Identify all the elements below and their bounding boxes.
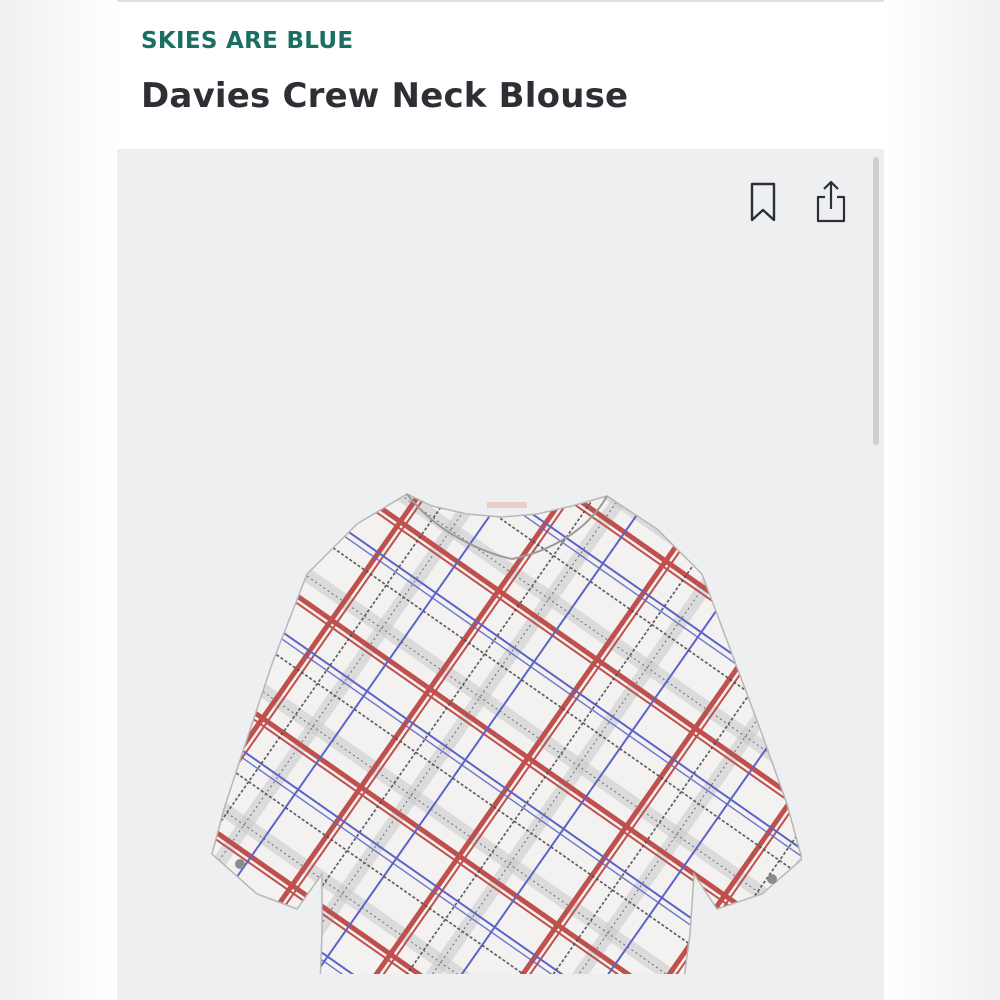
product-detail-screen: SKIES ARE BLUE Davies Crew Neck Blouse [117,0,884,1000]
product-image-area[interactable] [117,149,884,1000]
product-photo [211,493,802,974]
product-header: SKIES ARE BLUE Davies Crew Neck Blouse [117,2,884,149]
share-icon [816,180,846,223]
scrollbar-thumb[interactable] [873,157,879,445]
bookmark-button[interactable] [743,179,783,225]
share-button[interactable] [811,177,851,225]
bookmark-icon [750,182,776,222]
brand-name[interactable]: SKIES ARE BLUE [141,28,353,54]
product-title: Davies Crew Neck Blouse [141,76,629,116]
